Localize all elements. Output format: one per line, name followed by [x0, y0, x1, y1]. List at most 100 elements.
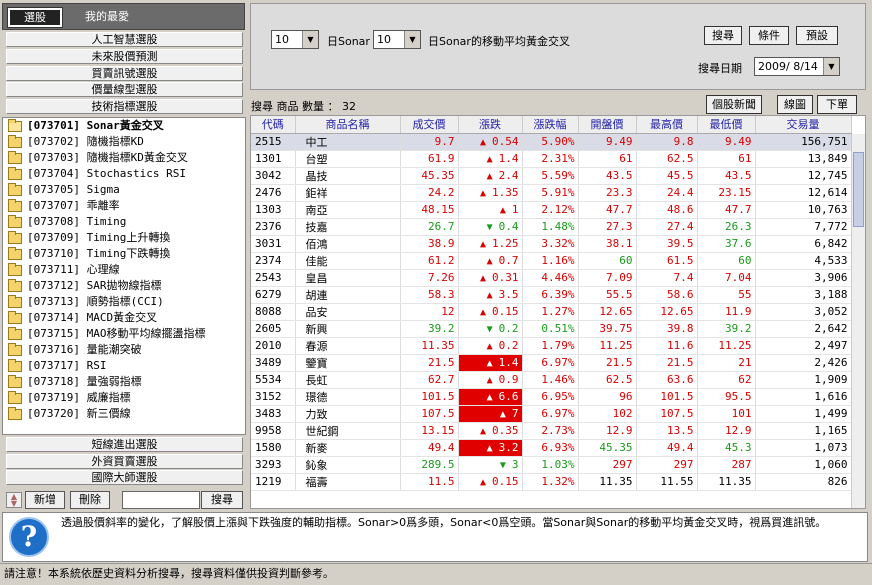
cell-change-pct: 1.16%: [522, 252, 579, 270]
left-search-button[interactable]: 搜尋: [201, 491, 243, 509]
category-button[interactable]: 人工智慧選股: [6, 32, 243, 47]
column-header[interactable]: 交易量: [755, 116, 852, 134]
tree-item[interactable]: [073705] Sigma: [3, 182, 245, 198]
scrollbar-thumb[interactable]: [853, 152, 864, 227]
table-row[interactable]: 2543 皇昌 7.26 ▲ 0.31 4.46% 7.09 7.4 7.04 3,906: [251, 269, 852, 287]
tree-item[interactable]: [073702] 隨機指標KD: [3, 134, 245, 150]
cell-change: ▲ 0.9: [458, 371, 523, 389]
tree-item[interactable]: [073709] Timing上升轉換: [3, 230, 245, 246]
table-row[interactable]: 1303 南亞 48.15 ▲ 1 2.12% 47.7 48.6 47.7 10,763: [251, 201, 852, 219]
delete-button[interactable]: 刪除: [70, 491, 110, 509]
table-row[interactable]: 3483 力致 107.5 ▲ 7 6.97% 102 107.5 101 1,499: [251, 405, 852, 423]
table-row[interactable]: 3489 鑒寶 21.5 ▲ 1.4 6.97% 21.5 21.5 21 2,426: [251, 354, 852, 372]
tree-item[interactable]: [073719] 威廉指標: [3, 390, 245, 406]
cell-open: 60: [578, 252, 637, 270]
table-row[interactable]: 2476 鉅祥 24.2 ▲ 1.35 5.91% 23.3 24.4 23.15 12,614: [251, 184, 852, 202]
table-row[interactable]: 3152 璟德 101.5 ▲ 6.6 6.95% 96 101.5 95.5 1,616: [251, 388, 852, 406]
cell-high: 63.6: [636, 371, 698, 389]
tab-favorites[interactable]: 我的最愛: [69, 7, 145, 28]
tree-item[interactable]: [073720] 新三價線: [3, 406, 245, 422]
tree-item[interactable]: [073717] RSI: [3, 358, 245, 374]
condition-button[interactable]: 條件: [749, 26, 789, 45]
add-button[interactable]: 新增: [25, 491, 65, 509]
table-row[interactable]: 2515 中工 9.7 ▲ 0.54 5.90% 9.49 9.8 9.49 156,751: [251, 133, 852, 151]
table-row[interactable]: 6279 胡連 58.3 ▲ 3.5 6.39% 55.5 58.6 55 3,188: [251, 286, 852, 304]
category-button[interactable]: 未來股價預測: [6, 49, 243, 64]
column-header[interactable]: 代碼: [251, 116, 296, 134]
table-row[interactable]: 9958 世紀鋼 13.15 ▲ 0.35 2.73% 12.9 13.5 12.9 1,165: [251, 422, 852, 440]
table-row[interactable]: 1219 福壽 11.5 ▲ 0.15 1.32% 11.35 11.55 11.35 826: [251, 473, 852, 491]
cell-open: 27.3: [578, 218, 637, 236]
stock-news-button[interactable]: 個股新聞: [706, 95, 762, 114]
table-row[interactable]: 5534 長虹 62.7 ▲ 0.9 1.46% 62.5 63.6 62 1,909: [251, 371, 852, 389]
table-row[interactable]: 1580 新麥 49.4 ▲ 3.2 6.93% 45.35 49.4 45.3 1,073: [251, 439, 852, 457]
tree-item[interactable]: [073713] 順勢指標(CCI): [3, 294, 245, 310]
tree-item[interactable]: [073714] MACD黃金交叉: [3, 310, 245, 326]
column-header[interactable]: 漲跌幅: [522, 116, 579, 134]
tree-item[interactable]: [073716] 量能潮突破: [3, 342, 245, 358]
tree-item[interactable]: [073703] 隨機指標KD黃金交叉: [3, 150, 245, 166]
column-header[interactable]: 最高價: [636, 116, 698, 134]
cell-open: 21.5: [578, 354, 637, 372]
tree-item[interactable]: [073715] MAO移動平均線擺盪指標: [3, 326, 245, 342]
up-arrow-icon: ▲: [479, 307, 492, 318]
cell-open: 38.1: [578, 235, 637, 253]
cell-code: 3293: [251, 456, 296, 474]
cell-volume: 1,073: [755, 439, 852, 457]
column-header[interactable]: 最低價: [697, 116, 756, 134]
default-button[interactable]: 預設: [796, 26, 838, 45]
column-header[interactable]: 開盤價: [578, 116, 637, 134]
spin-updown-icon[interactable]: ▲ ▼: [6, 492, 22, 508]
tree-item[interactable]: [073701] Sonar黃金交叉: [3, 118, 245, 134]
table-row[interactable]: 1301 台塑 61.9 ▲ 1.4 2.31% 61 62.5 61 13,849: [251, 150, 852, 168]
cell-change: ▲ 3.2: [458, 439, 523, 457]
table-row[interactable]: 2010 春源 11.35 ▲ 0.2 1.79% 11.25 11.6 11.25 2,497: [251, 337, 852, 355]
tree-item[interactable]: [073712] SAR拋物線指標: [3, 278, 245, 294]
folder-icon: [8, 359, 22, 372]
keyword-input[interactable]: [122, 491, 200, 509]
chevron-down-icon: ▼: [302, 31, 318, 48]
cell-low: 12.9: [697, 422, 756, 440]
search-button[interactable]: 搜尋: [704, 26, 742, 45]
table-row[interactable]: 2374 佳能 61.2 ▲ 0.7 1.16% 60 61.5 60 4,533: [251, 252, 852, 270]
cell-low: 11.9: [697, 303, 756, 321]
tab-stock-pick[interactable]: 選股: [7, 7, 63, 28]
right-panel: 10 ▼ 日Sonar 10 ▼ 日Sonar的移動平均黃金交叉 搜尋 條件 預設 …: [250, 0, 870, 512]
cell-change: ▲ 0.2: [458, 337, 523, 355]
tree-item[interactable]: [073707] 乖離率: [3, 198, 245, 214]
cell-high: 45.5: [636, 167, 698, 185]
tree-item[interactable]: [073704] Stochastics RSI: [3, 166, 245, 182]
table-row[interactable]: 2605 新興 39.2 ▼ 0.2 0.51% 39.75 39.8 39.2 2,642: [251, 320, 852, 338]
column-header[interactable]: 漲跌: [458, 116, 523, 134]
tree-item[interactable]: [073711] 心理線: [3, 262, 245, 278]
category-button[interactable]: 短線進出選股: [6, 437, 243, 452]
cell-change: ▲ 7: [458, 405, 523, 423]
ma-days-select[interactable]: 10 ▼: [373, 30, 421, 49]
table-row[interactable]: 2376 技嘉 26.7 ▼ 0.4 1.48% 27.3 27.4 26.3 7,772: [251, 218, 852, 236]
table-row[interactable]: 8088 品安 12 ▲ 0.15 1.27% 12.65 12.65 11.9 3,052: [251, 303, 852, 321]
category-button[interactable]: 價量線型選股: [6, 82, 243, 97]
table-row[interactable]: 3042 晶技 45.35 ▲ 2.4 5.59% 43.5 45.5 43.5 12,745: [251, 167, 852, 185]
category-button[interactable]: 技術指標選股: [6, 99, 243, 114]
category-button[interactable]: 買賣訊號選股: [6, 66, 243, 81]
cell-name: 胡連: [295, 286, 401, 304]
tree-item[interactable]: [073718] 量強弱指標: [3, 374, 245, 390]
cell-low: 61: [697, 150, 756, 168]
vertical-scrollbar[interactable]: [851, 134, 865, 508]
table-row[interactable]: 3031 佰鴻 38.9 ▲ 1.25 3.32% 38.1 39.5 37.6 6,842: [251, 235, 852, 253]
column-header[interactable]: 成交價: [400, 116, 459, 134]
category-button[interactable]: 國際大師選股: [6, 470, 243, 485]
chart-button[interactable]: 線圖: [777, 95, 813, 114]
tree-item[interactable]: [073708] Timing: [3, 214, 245, 230]
column-header[interactable]: 商品名稱: [295, 116, 401, 134]
order-button[interactable]: 下單: [817, 95, 857, 114]
search-date-select[interactable]: 2009/ 8/14 ▼: [754, 57, 840, 76]
chevron-down-icon: ▼: [823, 58, 839, 75]
sonar-days-select[interactable]: 10 ▼: [271, 30, 319, 49]
category-button[interactable]: 外資買賣選股: [6, 454, 243, 469]
cell-name: 力致: [295, 405, 401, 423]
tree-item[interactable]: [073710] Timing下跌轉換: [3, 246, 245, 262]
result-count: 搜尋 商品 數量 ： 32: [251, 100, 356, 113]
table-row[interactable]: 3293 鈊象 289.5 ▼ 3 1.03% 297 297 287 1,060: [251, 456, 852, 474]
cell-low: 11.25: [697, 337, 756, 355]
